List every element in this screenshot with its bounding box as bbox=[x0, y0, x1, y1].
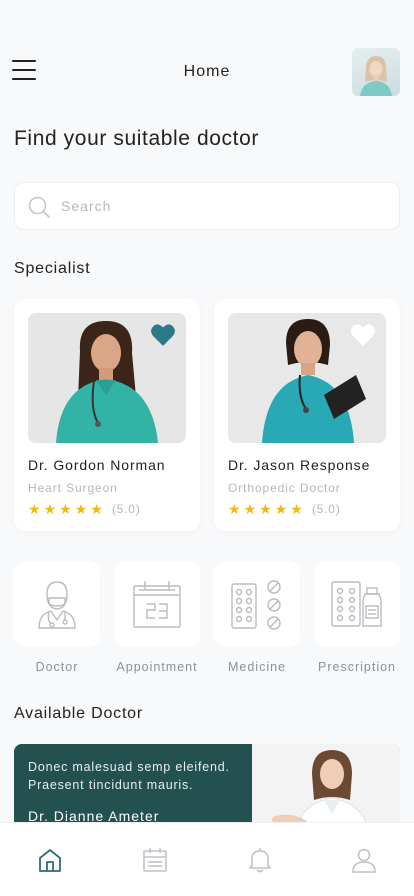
star-icon: ★ bbox=[43, 501, 57, 517]
category-label: Doctor bbox=[35, 660, 79, 674]
category-prescription[interactable]: Prescription bbox=[314, 561, 400, 674]
specialist-title: Specialist bbox=[14, 260, 91, 277]
avatar[interactable] bbox=[352, 48, 400, 96]
star-icon: ★ bbox=[90, 501, 103, 517]
favorite-heart-icon[interactable] bbox=[350, 323, 376, 347]
search-input[interactable] bbox=[61, 183, 381, 229]
doctor-card[interactable]: Dr. Gordon Norman Heart Surgeon ★ ★ ★ ★ … bbox=[14, 299, 200, 531]
rating-value: (5.0) bbox=[311, 502, 341, 516]
doctor-photo bbox=[28, 313, 186, 443]
doctor-photo bbox=[228, 313, 386, 443]
category-medicine[interactable]: Medicine bbox=[214, 561, 300, 674]
doctor-icon bbox=[38, 581, 76, 629]
calendar-icon bbox=[133, 581, 181, 628]
star-icon: ★ bbox=[228, 501, 241, 517]
star-icon: ★ bbox=[290, 501, 303, 517]
star-icon: ★ bbox=[259, 501, 272, 517]
rating-value: (5.0) bbox=[111, 502, 141, 516]
star-icon: ★ bbox=[59, 501, 72, 517]
profile-icon bbox=[352, 848, 376, 873]
top-bar: Home bbox=[0, 48, 414, 96]
star-icon: ★ bbox=[28, 501, 41, 517]
home-icon bbox=[39, 849, 61, 872]
doctor-specialty: Orthopedic Doctor bbox=[228, 481, 341, 495]
calendar-icon bbox=[143, 848, 167, 872]
pills-icon bbox=[231, 580, 281, 630]
search-bar[interactable] bbox=[14, 182, 400, 230]
available-doctor-description: Donec malesuad semp eleifend. Praesent t… bbox=[28, 760, 230, 792]
category-label: Appointment bbox=[116, 660, 198, 674]
nav-notifications[interactable] bbox=[245, 845, 275, 875]
headline: Find your suitable doctor bbox=[14, 127, 259, 150]
nav-profile[interactable] bbox=[349, 845, 379, 875]
bottom-nav bbox=[0, 822, 414, 896]
favorite-heart-icon[interactable] bbox=[150, 323, 176, 347]
category-doctor[interactable]: Doctor bbox=[14, 561, 100, 674]
doctor-card[interactable]: Dr. Jason Response Orthopedic Doctor ★ ★… bbox=[214, 299, 400, 531]
category-label: Prescription bbox=[318, 660, 396, 674]
search-icon bbox=[28, 196, 50, 218]
prescription-icon bbox=[331, 581, 382, 627]
doctor-name: Dr. Gordon Norman bbox=[28, 457, 166, 473]
doctor-specialty: Heart Surgeon bbox=[28, 481, 118, 495]
star-icon: ★ bbox=[243, 501, 257, 517]
nav-calendar[interactable] bbox=[140, 845, 170, 875]
star-icon: ★ bbox=[274, 501, 288, 517]
available-title: Available Doctor bbox=[14, 705, 144, 722]
bell-icon bbox=[249, 848, 271, 873]
rating-stars: ★ ★ ★ ★ ★ (5.0) bbox=[28, 502, 141, 516]
doctor-name: Dr. Jason Response bbox=[228, 457, 371, 473]
rating-stars: ★ ★ ★ ★ ★ (5.0) bbox=[228, 502, 341, 516]
star-icon: ★ bbox=[74, 501, 88, 517]
category-appointment[interactable]: Appointment bbox=[114, 561, 200, 674]
nav-home[interactable] bbox=[35, 845, 65, 875]
category-label: Medicine bbox=[227, 660, 287, 674]
